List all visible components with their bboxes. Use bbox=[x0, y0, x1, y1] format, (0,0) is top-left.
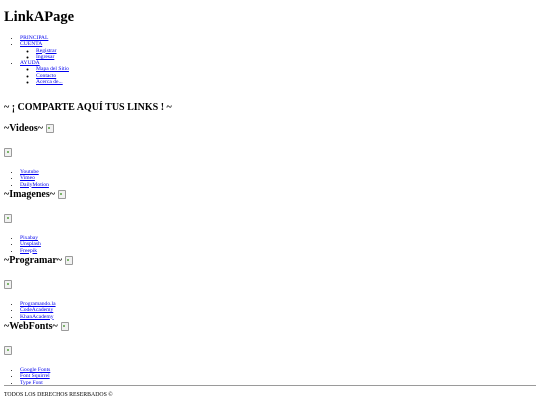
broken-image-icon bbox=[57, 190, 66, 199]
link-unsplash[interactable]: Unsplash bbox=[20, 241, 41, 247]
section-title: ~Videos~ bbox=[4, 123, 54, 134]
section-title-text: ~Imagenes~ bbox=[4, 189, 55, 200]
nav-subitem-acerca: Acerca de... bbox=[36, 79, 69, 85]
list-item: KhanAcademy bbox=[20, 314, 73, 320]
link-vimeo[interactable]: Vimeo bbox=[20, 175, 35, 181]
section-title-text: ~Videos~ bbox=[4, 123, 43, 134]
nav-link-mapa-del-sitio[interactable]: Mapa del Sitio bbox=[36, 66, 69, 72]
section-videos: ~Videos~ Youtube Vimeo DailyMotion bbox=[4, 123, 54, 188]
link-list: Google Fonts Font Squirrel Type Font bbox=[4, 367, 69, 386]
site-title: LinkAPage bbox=[4, 9, 75, 25]
tagline-heading: ~ ¡ COMPARTE AQUÍ TUS LINKS ! ~ bbox=[4, 102, 172, 113]
link-list: Youtube Vimeo DailyMotion bbox=[4, 169, 54, 188]
section-thumbnail bbox=[4, 209, 66, 227]
broken-image-icon bbox=[45, 124, 54, 133]
link-google-fonts[interactable]: Google Fonts bbox=[20, 367, 50, 373]
broken-image-icon bbox=[4, 345, 12, 355]
main-nav: PRINCIPAL CUENTA Registrar Ingresar AYUD… bbox=[4, 35, 69, 85]
section-imagenes: ~Imagenes~ Pixabay Unsplash Freepik bbox=[4, 189, 66, 254]
nav-link-principal[interactable]: PRINCIPAL bbox=[20, 35, 48, 41]
link-list: Programando.la CodeAcademy KhanAcademy bbox=[4, 301, 73, 320]
link-youtube[interactable]: Youtube bbox=[20, 169, 39, 175]
link-codeacademy[interactable]: CodeAcademy bbox=[20, 307, 53, 313]
list-item: DailyMotion bbox=[20, 182, 54, 188]
nav-link-registrar[interactable]: Registrar bbox=[36, 48, 57, 54]
nav-link-ingresar[interactable]: Ingresar bbox=[36, 54, 54, 60]
broken-image-icon bbox=[4, 147, 12, 157]
broken-image-icon bbox=[60, 322, 69, 331]
section-thumbnail bbox=[4, 143, 54, 161]
section-title-text: ~WebFonts~ bbox=[4, 321, 58, 332]
nav-item-ayuda: AYUDA Mapa del Sitio Contacto Acerca de.… bbox=[20, 60, 69, 85]
link-list: Pixabay Unsplash Freepik bbox=[4, 235, 66, 254]
nav-link-cuenta[interactable]: CUENTA bbox=[20, 41, 42, 47]
link-pixabay[interactable]: Pixabay bbox=[20, 235, 38, 241]
section-title: ~Imagenes~ bbox=[4, 189, 66, 200]
link-dailymotion[interactable]: DailyMotion bbox=[20, 182, 49, 188]
nav-sublist-ayuda: Mapa del Sitio Contacto Acerca de... bbox=[20, 66, 69, 85]
footer-copyright: TODOS LOS DERECHOS RESERBADOS © bbox=[4, 392, 113, 398]
section-title-text: ~Programar~ bbox=[4, 255, 62, 266]
section-title: ~Programar~ bbox=[4, 255, 73, 266]
broken-image-icon bbox=[4, 279, 12, 289]
nav-link-acerca-de[interactable]: Acerca de... bbox=[36, 79, 63, 85]
nav-item-cuenta: CUENTA Registrar Ingresar bbox=[20, 41, 69, 60]
nav-link-contacto[interactable]: Contacto bbox=[36, 73, 56, 79]
link-programando[interactable]: Programando.la bbox=[20, 301, 56, 307]
nav-list: PRINCIPAL CUENTA Registrar Ingresar AYUD… bbox=[4, 35, 69, 85]
link-freepik[interactable]: Freepik bbox=[20, 248, 37, 254]
nav-sublist-cuenta: Registrar Ingresar bbox=[20, 48, 69, 61]
section-thumbnail bbox=[4, 341, 69, 359]
section-programar: ~Programar~ Programando.la CodeAcademy K… bbox=[4, 255, 73, 320]
list-item: Freepik bbox=[20, 248, 66, 254]
footer-divider bbox=[4, 385, 536, 386]
link-khanacademy[interactable]: KhanAcademy bbox=[20, 314, 54, 320]
nav-link-ayuda[interactable]: AYUDA bbox=[20, 60, 40, 66]
section-title: ~WebFonts~ bbox=[4, 321, 69, 332]
link-font-squirrel[interactable]: Font Squirrel bbox=[20, 373, 50, 379]
broken-image-icon bbox=[4, 213, 12, 223]
section-thumbnail bbox=[4, 275, 73, 293]
broken-image-icon bbox=[64, 256, 73, 265]
section-webfonts: ~WebFonts~ Google Fonts Font Squirrel Ty… bbox=[4, 321, 69, 386]
